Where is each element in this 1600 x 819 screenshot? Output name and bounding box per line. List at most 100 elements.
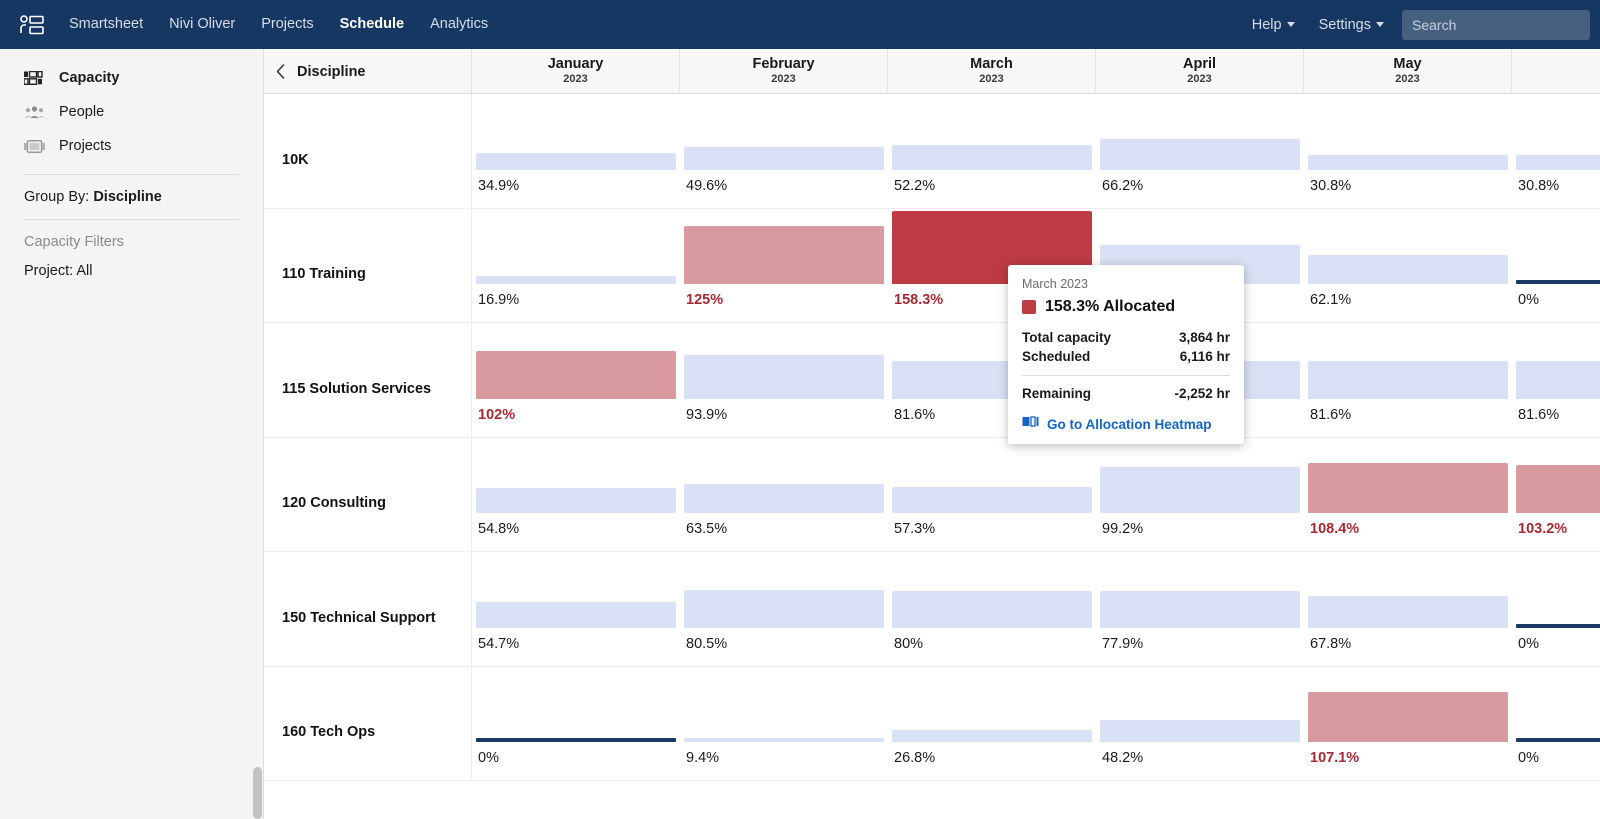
discipline-row-label-cell: 115 Solution Services [264,323,472,437]
allocation-bar[interactable] [684,355,884,398]
discipline-row-label: 150 Technical Support [282,610,436,626]
allocation-bar-cell[interactable]: 103.2% [1512,438,1600,552]
group-by-control[interactable]: Group By: Discipline [0,175,263,205]
sidebar-scrollbar[interactable] [253,767,262,819]
allocation-bar[interactable] [684,226,884,284]
tooltip-remaining-label: Remaining [1022,384,1091,403]
allocation-value-label: 0% [1518,292,1539,308]
allocation-value-label: 62.1% [1310,292,1351,308]
allocation-bar-cell[interactable]: 107.1% [1304,667,1512,781]
allocation-bar-cell[interactable]: 9.4% [680,667,888,781]
allocation-bar-cell[interactable]: 108.4% [1304,438,1512,552]
sidebar-item-projects[interactable]: Projects [0,129,263,163]
allocation-bar[interactable] [1516,280,1600,284]
allocation-bar-cell[interactable]: 80.5% [680,552,888,666]
allocation-bar-cell[interactable]: 26.8% [888,667,1096,781]
nav-link-schedule[interactable]: Schedule [327,0,417,49]
allocation-bar[interactable] [1308,255,1508,284]
allocation-bar[interactable] [476,738,676,742]
settings-menu[interactable]: Settings [1307,17,1396,33]
capacity-filter-project[interactable]: Project: All [0,250,263,279]
allocation-value-label: 158.3% [894,292,943,308]
allocation-bar-cell[interactable]: 81.6% [1304,323,1512,437]
allocation-bar[interactable] [1308,692,1508,742]
allocation-bar[interactable] [892,730,1092,742]
allocation-bar-cell[interactable]: 63.5% [680,438,888,552]
allocation-bar-cell[interactable]: 93.9% [680,323,888,437]
allocation-bar[interactable] [684,590,884,627]
grid-body: 10K34.9%49.6%52.2%66.2%30.8%30.8%110 Tra… [264,94,1600,781]
year-label: 2023 [1395,72,1419,87]
allocation-bar[interactable] [476,488,676,513]
allocation-bar-cell[interactable]: 80% [888,552,1096,666]
allocation-bar[interactable] [1516,361,1600,399]
allocation-bar-cell[interactable]: 62.1% [1304,209,1512,323]
allocation-bar[interactable] [476,153,676,169]
help-menu[interactable]: Help [1240,17,1307,33]
allocation-bar[interactable] [684,147,884,170]
allocation-bar-cell[interactable]: 54.8% [472,438,680,552]
allocation-bar-cell[interactable]: 34.9% [472,94,680,208]
allocation-bar-cell[interactable]: 81.6% [1512,323,1600,437]
allocation-bar[interactable] [476,602,676,627]
allocation-bar-cell[interactable]: 49.6% [680,94,888,208]
allocation-bar[interactable] [1100,139,1300,170]
discipline-row-label-cell: 110 Training [264,209,472,323]
table-row: 120 Consulting54.8%63.5%57.3%99.2%108.4%… [264,438,1600,553]
allocation-bar-cell[interactable]: 52.2% [888,94,1096,208]
allocation-bar[interactable] [1308,463,1508,513]
allocation-bar[interactable] [892,487,1092,514]
allocation-bar[interactable] [1100,467,1300,513]
allocation-bar-cell[interactable]: 0% [1512,552,1600,666]
nav-link-projects[interactable]: Projects [248,0,326,49]
discipline-row-label-cell: 160 Tech Ops [264,667,472,781]
allocation-bar-cell[interactable]: 125% [680,209,888,323]
month-header-february: February2023 [680,49,888,94]
allocation-bar[interactable] [1308,596,1508,627]
allocation-bar[interactable] [892,145,1092,169]
allocation-bar-cell[interactable]: 67.8% [1304,552,1512,666]
allocation-bar-cell[interactable]: 54.7% [472,552,680,666]
allocation-bar-cell[interactable]: 0% [472,667,680,781]
allocation-bar[interactable] [684,484,884,513]
allocation-bar[interactable] [1516,465,1600,513]
allocation-bar[interactable] [1308,361,1508,399]
allocation-bar-cell[interactable]: 30.8% [1304,94,1512,208]
year-label: 2023 [771,72,795,87]
allocation-bar-cell[interactable]: 102% [472,323,680,437]
allocation-bar[interactable] [1516,155,1600,169]
allocation-bar-cell[interactable]: 16.9% [472,209,680,323]
discipline-header-cell: Discipline [264,49,472,94]
search-input[interactable] [1402,10,1590,40]
allocation-bar[interactable] [1100,591,1300,627]
allocation-bar-cell[interactable]: 0% [1512,209,1600,323]
allocation-value-label: 0% [1518,636,1539,652]
allocation-bar[interactable] [1516,624,1600,628]
allocation-bar[interactable] [1516,738,1600,742]
allocation-bar[interactable] [1100,720,1300,742]
allocation-bar-cell[interactable]: 30.8% [1512,94,1600,208]
allocation-bar-cell[interactable]: 77.9% [1096,552,1304,666]
allocation-bar[interactable] [684,738,884,742]
allocation-bar-cell[interactable]: 0% [1512,667,1600,781]
nav-link-analytics[interactable]: Analytics [417,0,501,49]
nav-link-nivi-oliver[interactable]: Nivi Oliver [156,0,248,49]
settings-menu-label: Settings [1319,17,1371,33]
nav-right-group: Help Settings [1240,10,1600,40]
allocation-value-label: 30.8% [1518,178,1559,194]
sidebar-item-people[interactable]: People [0,95,263,129]
capacity-logo-icon[interactable] [0,15,56,35]
allocation-bar[interactable] [1308,155,1508,169]
allocation-bar-cell[interactable]: 99.2% [1096,438,1304,552]
year-label: 2023 [1187,72,1211,87]
allocation-bar-cell[interactable]: 48.2% [1096,667,1304,781]
allocation-bar[interactable] [476,351,676,398]
sidebar-item-capacity[interactable]: Capacity [0,61,263,95]
nav-link-smartsheet[interactable]: Smartsheet [56,0,156,49]
go-to-allocation-heatmap-link[interactable]: Go to Allocation Heatmap [1022,415,1230,433]
allocation-bar[interactable] [476,276,676,284]
chevron-left-icon[interactable] [276,64,285,79]
allocation-bar[interactable] [892,591,1092,628]
allocation-bar-cell[interactable]: 66.2% [1096,94,1304,208]
allocation-bar-cell[interactable]: 57.3% [888,438,1096,552]
